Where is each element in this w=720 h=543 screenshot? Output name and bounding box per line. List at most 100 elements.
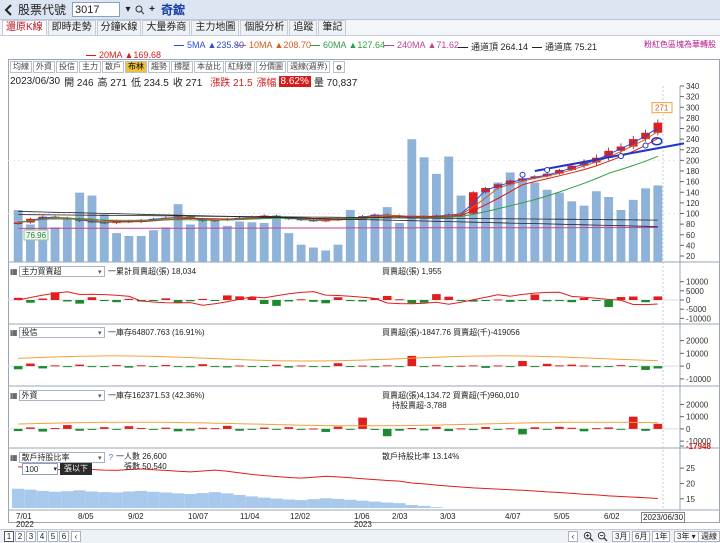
volume-bar	[173, 204, 183, 262]
foreign-bar	[616, 428, 626, 430]
range-button-0[interactable]: 3月	[612, 531, 631, 542]
retail-threshold-button[interactable]: 張以下	[60, 463, 92, 475]
range-button-3[interactable]: 3年 ▾	[674, 531, 699, 542]
range-button-4[interactable]: 週線	[698, 531, 720, 542]
main-force-bar	[641, 300, 650, 303]
indicator-toggle-5[interactable]: 布林	[125, 61, 147, 73]
foreign-note-inventory: 一庫存162371.53 (42.36%)	[108, 391, 205, 400]
volume-bar	[481, 188, 491, 262]
main-force-bar	[579, 297, 589, 300]
foreign-bar	[518, 428, 527, 435]
main-force-select[interactable]: 主力買賣超 ▾	[18, 266, 105, 277]
main-force-bar	[38, 298, 48, 300]
main-force-bar	[296, 299, 306, 301]
volume-bar	[136, 236, 146, 262]
main-force-tick-label: -5000	[686, 305, 707, 314]
page-button-1[interactable]: 1	[4, 531, 14, 542]
foreign-bar	[432, 426, 441, 429]
volume-bar	[222, 225, 232, 262]
retail-area	[196, 493, 209, 508]
quote-pct-label: 漲幅	[256, 78, 277, 89]
main-force-bar	[321, 300, 331, 304]
foreign-bar	[296, 428, 306, 430]
trust-bar	[99, 366, 109, 368]
range-button-2[interactable]: 1年	[652, 531, 671, 542]
help-icon[interactable]: ?	[109, 453, 113, 462]
page-button-6[interactable]: 6	[59, 531, 69, 542]
trust-bar	[604, 366, 613, 368]
volume-bar	[604, 197, 614, 262]
gear-icon[interactable]	[333, 61, 346, 73]
foreign-tick-label: 20000	[686, 400, 709, 409]
x-tick-label: 3/03	[440, 512, 456, 521]
indicator-toggle-4[interactable]: 散戶	[102, 61, 124, 73]
volume-bar	[444, 156, 454, 262]
indicator-toggle-7[interactable]: 撐壓	[171, 61, 193, 73]
page-button-4[interactable]: 4	[37, 531, 47, 542]
trust-bar	[333, 363, 343, 367]
trust-bar	[370, 366, 380, 368]
indicator-toggle-1[interactable]: 外資	[33, 61, 55, 73]
indicator-toggle-6[interactable]: 趨勢	[148, 61, 170, 73]
bottom-bar: 1 2 3 4 5 6 ‹ ‹ 3月 6月 1年 3年 ▾ 週線	[0, 529, 720, 543]
price-tick-label: 280	[686, 114, 700, 123]
volume-bar	[308, 247, 318, 262]
indicator-toggle-9[interactable]: 紅綠燈	[225, 61, 255, 73]
foreign-bar	[112, 428, 121, 430]
volume-bar	[530, 182, 540, 262]
trust-bar	[210, 366, 220, 368]
indicator-toggle-8[interactable]: 本益比	[194, 61, 224, 73]
main-force-bar	[604, 300, 613, 307]
indicator-toggle-0[interactable]: 均線	[10, 61, 32, 73]
zoom-out-icon[interactable]	[596, 530, 608, 542]
foreign-bar	[124, 426, 134, 429]
page-button-5[interactable]: 5	[48, 531, 58, 542]
retail-tick-label: 25	[686, 464, 695, 473]
foreign-tick-label: 10000	[686, 413, 709, 422]
retail-area	[294, 500, 308, 508]
page-button-2[interactable]: 2	[15, 531, 25, 542]
main-force-bar	[407, 300, 417, 304]
page-button-3[interactable]: 3	[26, 531, 36, 542]
indicator-toggle-2[interactable]: 投信	[56, 61, 78, 73]
foreign-bar	[469, 428, 478, 431]
page-prev-button[interactable]: ‹	[71, 531, 81, 542]
trust-bar	[493, 365, 503, 367]
trust-select[interactable]: 投信 ▾	[18, 327, 105, 338]
scroll-left-button[interactable]: ‹	[568, 531, 578, 542]
retail-area	[61, 491, 74, 508]
foreign-bar	[259, 427, 269, 429]
trust-bar	[222, 366, 232, 368]
retail-select[interactable]: 散戶持股比率 ▾	[18, 452, 105, 463]
trust-bar	[198, 364, 207, 367]
main-force-bar	[505, 300, 515, 302]
foreign-bar	[382, 428, 392, 437]
indicator-toggle-11[interactable]: 週線(週界)	[287, 61, 331, 73]
main-force-bar	[345, 300, 355, 302]
x-tick-label: 8/05	[78, 512, 94, 521]
foreign-bar	[75, 428, 84, 431]
foreign-bar	[592, 428, 601, 430]
main-force-bar	[99, 300, 109, 302]
grid-icon: ▦	[10, 267, 18, 276]
quote-open: 開 246	[64, 78, 94, 89]
foreign-select[interactable]: 外資 ▾	[18, 390, 105, 401]
retail-area	[331, 498, 345, 508]
retail-area	[258, 497, 271, 508]
trust-bar	[481, 366, 490, 368]
zoom-in-icon[interactable]	[582, 530, 594, 542]
volume-bar	[13, 210, 23, 262]
retail-area	[356, 500, 369, 508]
range-button-1[interactable]: 6月	[632, 531, 651, 542]
main-force-bar	[481, 300, 490, 301]
retail-area	[184, 493, 197, 508]
main-force-bar	[26, 300, 35, 303]
trend-line	[534, 142, 685, 172]
main-force-bar	[395, 299, 404, 301]
retail-threshold-input[interactable]: 100 ▾	[22, 463, 58, 475]
price-tick-label: 100	[686, 210, 700, 219]
foreign-bar	[210, 428, 220, 430]
trust-bar	[321, 366, 331, 368]
indicator-toggle-3[interactable]: 主力	[79, 61, 101, 73]
indicator-toggle-10[interactable]: 分價圖	[256, 61, 286, 73]
